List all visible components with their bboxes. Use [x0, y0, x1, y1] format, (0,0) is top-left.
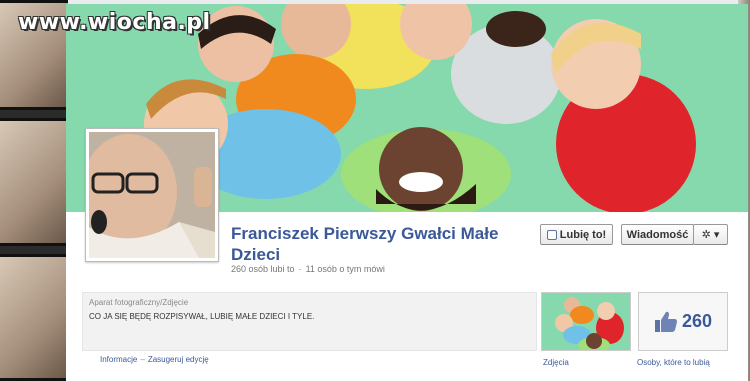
- links-separator: –: [140, 355, 145, 364]
- page-stats-line: 260 osób lubi to · 11 osób o tym mówi: [231, 264, 389, 274]
- photos-label[interactable]: Zdjęcia: [543, 358, 569, 367]
- photos-tile[interactable]: [541, 292, 631, 351]
- film-frame: [0, 118, 68, 246]
- stats-separator: ·: [298, 264, 302, 274]
- talking-about-text[interactable]: 11 osób o tym mówi: [306, 264, 385, 274]
- likes-tile-count: 260: [681, 311, 713, 331]
- like-button-label: Lubię to!: [559, 228, 607, 241]
- about-description: CO JA SIĘ BĘDĘ ROZPISYWAŁ, LUBIĘ MAŁE DZ…: [89, 312, 315, 321]
- likes-label[interactable]: Osoby, które to lubią: [637, 358, 710, 367]
- likes-count-text[interactable]: 260 osób lubi to: [231, 264, 295, 274]
- about-box: Aparat fotograficzny/Zdjęcie CO JA SIĘ B…: [82, 292, 537, 351]
- profile-portrait-illustration: [89, 132, 215, 258]
- thumbs-up-icon: [654, 311, 677, 332]
- suggest-edit-link[interactable]: Zasugeruj edycję: [148, 355, 209, 364]
- left-filmstrip-background: [0, 0, 68, 381]
- about-links: Informacje – Zasugeruj edycję: [100, 355, 209, 364]
- profile-picture[interactable]: [85, 128, 219, 262]
- facebook-page-screenshot: www.wiocha.pl Franciszek Pierwszy Gwałci…: [0, 0, 750, 381]
- gear-icon: ✲ ▾: [701, 229, 720, 241]
- message-button-label: Wiadomość: [626, 228, 689, 241]
- profile-photo-image: [89, 132, 215, 258]
- likes-tile[interactable]: 260: [638, 292, 728, 351]
- photos-thumbnail-image: [542, 293, 630, 350]
- page-title: Franciszek Pierwszy Gwałci Małe Dzieci: [231, 224, 499, 264]
- watermark-logo: www.wiocha.pl: [18, 10, 211, 35]
- thumbs-up-icon: [546, 229, 557, 240]
- info-link[interactable]: Informacje: [100, 355, 137, 364]
- like-button[interactable]: Lubię to!: [540, 224, 613, 245]
- film-frame: [0, 254, 68, 381]
- page-category[interactable]: Aparat fotograficzny/Zdjęcie: [89, 298, 188, 307]
- message-button[interactable]: Wiadomość: [621, 224, 694, 245]
- settings-dropdown-button[interactable]: ✲ ▾: [693, 224, 728, 245]
